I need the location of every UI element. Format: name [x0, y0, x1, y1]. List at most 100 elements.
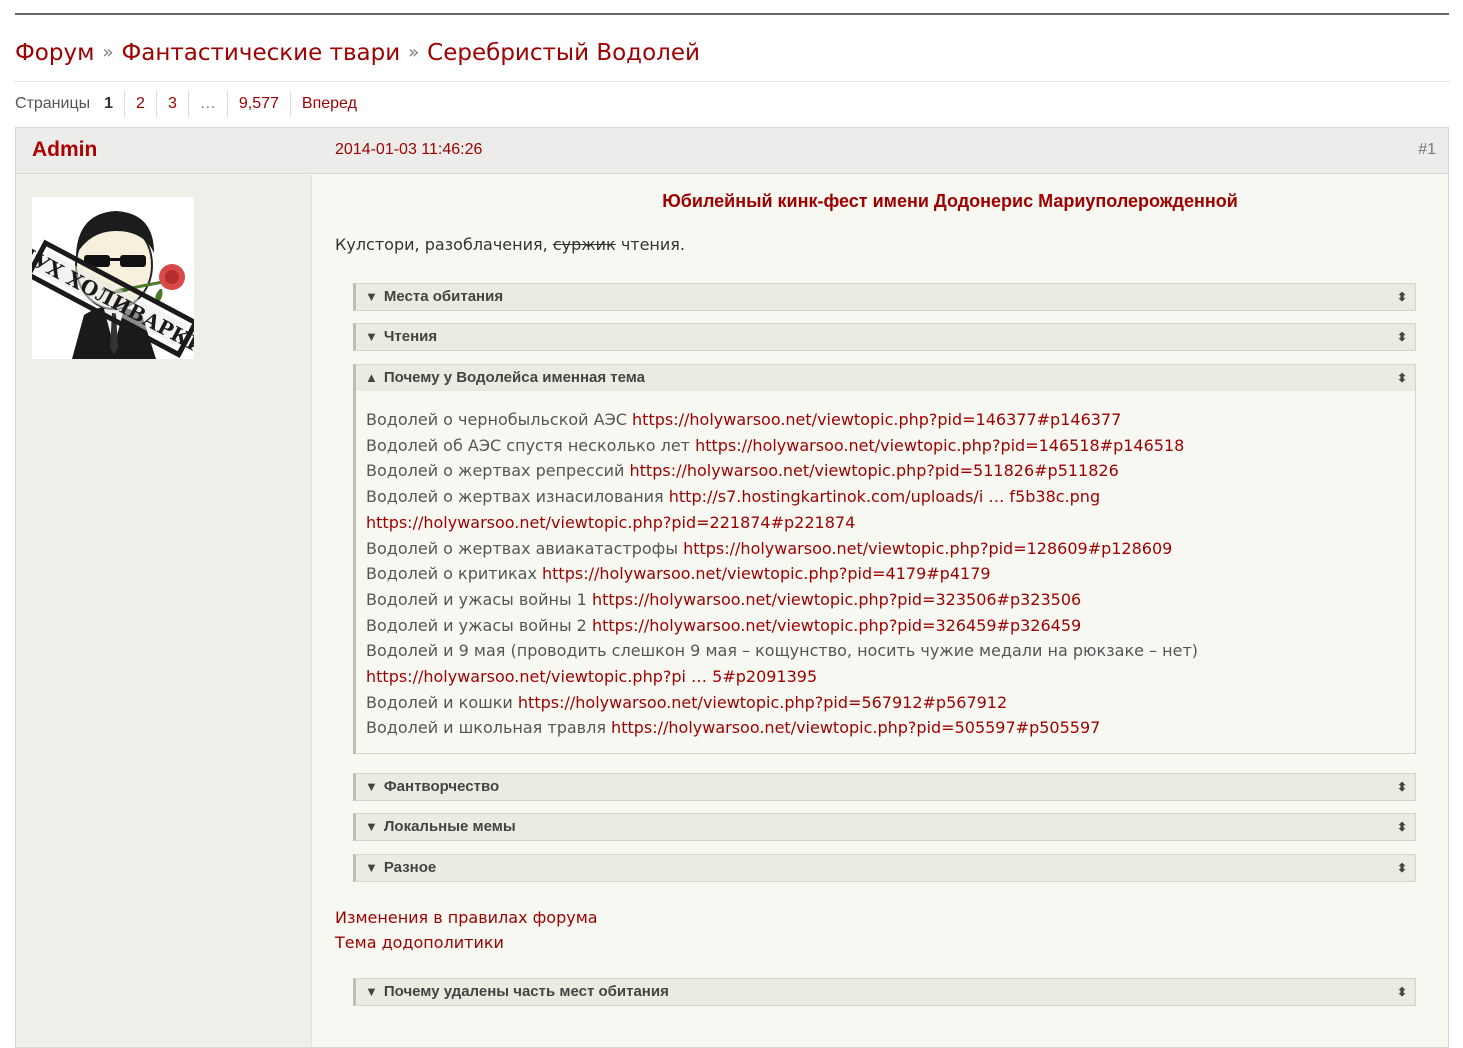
spoiler-header[interactable]: ▼ Локальные мемы ⬍: [356, 814, 1415, 840]
spoiler-line: https://holywarsoo.net/viewtopic.php?pid…: [366, 510, 1405, 536]
rules-changes-link[interactable]: Изменения в правилах форума: [335, 905, 598, 930]
spoiler-content: Водолей о чернобыльской АЭС https://holy…: [356, 391, 1415, 753]
spoiler-line: Водолей о жертвах авиакатастрофы https:/…: [366, 536, 1405, 562]
post-body: Юбилейный кинк-фест имени Додонерис Мари…: [312, 175, 1448, 1047]
toggle-arrows-icon[interactable]: ⬍: [1397, 979, 1407, 1005]
collapse-arrow-icon: ▼: [365, 860, 378, 875]
spoiler-memes: ▼ Локальные мемы ⬍: [353, 813, 1416, 841]
spoiler-line-link[interactable]: https://holywarsoo.net/viewtopic.php?pid…: [592, 590, 1081, 609]
spoiler-line-link[interactable]: https://holywarsoo.net/viewtopic.php?pid…: [611, 718, 1100, 737]
spoiler-label: Почему удалены часть мест обитания: [383, 983, 669, 1000]
spoiler-line-link[interactable]: https://holywarsoo.net/viewtopic.php?pid…: [518, 693, 1007, 712]
spoiler-line-text: Водолей об АЭС спустя несколько лет: [366, 435, 690, 455]
spoiler-line-text: Водолей и ужасы войны 2: [366, 615, 587, 635]
breadcrumb-category[interactable]: Фантастические твари: [121, 40, 400, 66]
spoiler-line-link[interactable]: http://s7.hostingkartinok.com/uploads/i …: [669, 487, 1100, 506]
page-ellipsis: …: [187, 91, 227, 117]
spoiler-header[interactable]: ▼ Фантворчество ⬍: [356, 774, 1415, 800]
spoiler-line-link[interactable]: https://holywarsoo.net/viewtopic.php?pid…: [695, 436, 1184, 455]
spoiler-line: Водолей о чернобыльской АЭС https://holy…: [366, 407, 1405, 433]
spoiler-label: Чтения: [383, 328, 438, 345]
toggle-arrows-icon[interactable]: ⬍: [1397, 324, 1407, 350]
spoiler-line-link[interactable]: https://holywarsoo.net/viewtopic.php?pi …: [366, 667, 817, 686]
spoiler-header[interactable]: ▼ Почему удалены часть мест обитания ⬍: [356, 979, 1415, 1005]
spoiler-header[interactable]: ▼ Чтения ⬍: [356, 324, 1415, 350]
spoiler-line-link[interactable]: https://holywarsoo.net/viewtopic.php?pid…: [366, 513, 855, 532]
expand-arrow-icon: ▲: [365, 370, 378, 385]
spoiler-line-text: Водолей о жертвах репрессий: [366, 461, 625, 481]
post-header: Admin 2014-01-03 11:46:26 #1: [16, 128, 1448, 174]
spoiler-misc: ▼ Разное ⬍: [353, 854, 1416, 882]
politics-topic-link[interactable]: Тема додополитики: [335, 930, 598, 955]
spoiler-places: ▼ Места обитания ⬍: [353, 283, 1416, 311]
spoiler-line: Водолей и 9 мая (проводить слешкон 9 мая…: [366, 638, 1405, 664]
breadcrumb: Форум » Фантастические твари » Серебристый В…: [15, 40, 1449, 82]
spoiler-line-text: Водолей о чернобыльской АЭС: [366, 410, 627, 429]
spoiler-line-text: Водолей о жертвах изнасилования: [366, 487, 664, 507]
breadcrumb-separator: »: [408, 42, 420, 63]
spoiler-line: Водолей и ужасы войны 1 https://holywars…: [366, 587, 1405, 613]
intro-text: Кулстори, разоблачения,: [335, 235, 548, 254]
pagination-label: Страницы: [15, 95, 91, 112]
toggle-arrows-icon[interactable]: ⬍: [1397, 814, 1407, 840]
spoiler-named-topic: ▲ Почему у Водолейса именная тема ⬍ Водол…: [353, 364, 1416, 755]
collapse-arrow-icon: ▼: [365, 984, 378, 999]
spoiler-line-text: Водолей о критиках: [366, 564, 537, 584]
spoiler-line-link[interactable]: https://holywarsoo.net/viewtopic.php?pid…: [630, 461, 1119, 480]
post-author-column: ДУХ ХОЛИВАРКИ: [16, 175, 312, 1047]
avatar-image: ДУХ ХОЛИВАРКИ: [32, 197, 194, 359]
spoiler-line-text: Водолей и 9 мая (проводить слешкон 9 мая…: [366, 641, 1199, 661]
spoiler-line-link[interactable]: https://holywarsoo.net/viewtopic.php?pid…: [542, 564, 991, 583]
collapse-arrow-icon: ▼: [365, 779, 378, 794]
spoiler-fanwork: ▼ Фантворчество ⬍: [353, 773, 1416, 801]
page-link-2[interactable]: 2: [124, 91, 156, 117]
spoiler-line: Водолей о жертвах репрессий https://holy…: [366, 458, 1405, 484]
spoiler-label: Почему у Водолейса именная тема: [383, 369, 646, 386]
breadcrumb-topic[interactable]: Серебристый Водолей: [427, 40, 700, 66]
top-divider: [15, 13, 1449, 15]
spoiler-line-text: Водолей о жертвах авиакатастрофы: [366, 538, 678, 558]
collapse-arrow-icon: ▼: [365, 819, 378, 834]
spoiler-line-link[interactable]: https://holywarsoo.net/viewtopic.php?pid…: [683, 539, 1172, 558]
spoiler-line-text: Водолей и школьная травля: [366, 718, 606, 738]
toggle-arrows-icon[interactable]: ⬍: [1397, 284, 1407, 310]
spoiler-header[interactable]: ▼ Разное ⬍: [356, 855, 1415, 881]
spoiler-header[interactable]: ▲ Почему у Водолейса именная тема ⬍: [356, 365, 1415, 391]
spoiler-label: Разное: [383, 859, 437, 876]
toggle-arrows-icon[interactable]: ⬍: [1397, 774, 1407, 800]
post-author[interactable]: Admin: [32, 138, 97, 162]
post-heading: Юбилейный кинк-фест имени Додонерис Мари…: [662, 191, 1238, 211]
spoiler-line: https://holywarsoo.net/viewtopic.php?pi …: [366, 664, 1405, 690]
spoiler-line: Водолей об АЭС спустя несколько лет http…: [366, 433, 1405, 459]
spoiler-line-text: Водолей и кошки: [366, 692, 513, 712]
spoiler-line-link[interactable]: https://holywarsoo.net/viewtopic.php?pid…: [592, 616, 1081, 635]
spoiler-line: Водолей о критиках https://holywarsoo.ne…: [366, 561, 1405, 587]
spoiler-line: Водолей и школьная травля https://holywa…: [366, 715, 1405, 741]
post-number[interactable]: #1: [1418, 141, 1436, 159]
post-date-link[interactable]: 2014-01-03 11:46:26: [335, 141, 482, 159]
footer-links: Изменения в правилах форума Тема додопол…: [335, 905, 598, 955]
spoiler-readings: ▼ Чтения ⬍: [353, 323, 1416, 351]
page-link-3[interactable]: 3: [155, 91, 188, 117]
intro-text-end: чтения.: [620, 235, 685, 254]
spoiler-label: Места обитания: [383, 288, 504, 305]
post: Admin 2014-01-03 11:46:26 #1 ДУХ ХОЛИВАР…: [15, 127, 1449, 1048]
toggle-arrows-icon[interactable]: ⬍: [1397, 365, 1407, 391]
page-current: 1: [104, 95, 114, 112]
pagination: Страницы 1 2 3 … 9,577 Вперед: [15, 90, 368, 118]
spoiler-removed-places: ▼ Почему удалены часть мест обитания ⬍: [353, 978, 1416, 1006]
spoiler-label: Фантворчество: [383, 778, 500, 795]
spoiler-header[interactable]: ▼ Места обитания ⬍: [356, 284, 1415, 310]
breadcrumb-forum[interactable]: Форум: [15, 40, 94, 66]
post-intro: Кулстори, разоблачения, суржик чтения.: [335, 235, 685, 254]
collapse-arrow-icon: ▼: [365, 329, 378, 344]
avatar: ДУХ ХОЛИВАРКИ: [32, 197, 194, 359]
collapse-arrow-icon: ▼: [365, 289, 378, 304]
toggle-arrows-icon[interactable]: ⬍: [1397, 855, 1407, 881]
breadcrumb-separator: »: [102, 42, 114, 63]
page-link-last[interactable]: 9,577: [226, 91, 290, 117]
spoiler-label: Локальные мемы: [383, 818, 516, 835]
spoiler-line: Водолей и ужасы войны 2 https://holywars…: [366, 613, 1405, 639]
page-next-link[interactable]: Вперед: [289, 91, 368, 117]
spoiler-line-link[interactable]: https://holywarsoo.net/viewtopic.php?pid…: [632, 410, 1121, 429]
